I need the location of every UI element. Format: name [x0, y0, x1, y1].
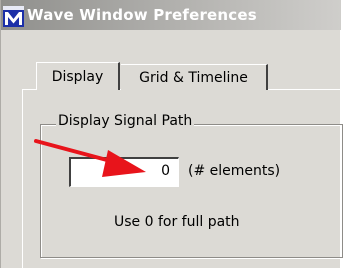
title-bar[interactable]: Wave Window Preferences: [1, 0, 341, 30]
group-legend: Display Signal Path: [56, 113, 195, 129]
modelsim-m-icon: [3, 6, 24, 27]
tab-display-label: Display: [51, 68, 104, 85]
tab-grid-timeline[interactable]: Grid & Timeline: [121, 64, 268, 90]
tab-display[interactable]: Display: [36, 62, 120, 90]
tab-grid-timeline-label: Grid & Timeline: [139, 69, 248, 86]
preferences-window: Wave Window Preferences Display Grid & T…: [0, 0, 347, 280]
window-title: Wave Window Preferences: [27, 6, 257, 24]
elements-count-input[interactable]: 0: [69, 157, 179, 187]
